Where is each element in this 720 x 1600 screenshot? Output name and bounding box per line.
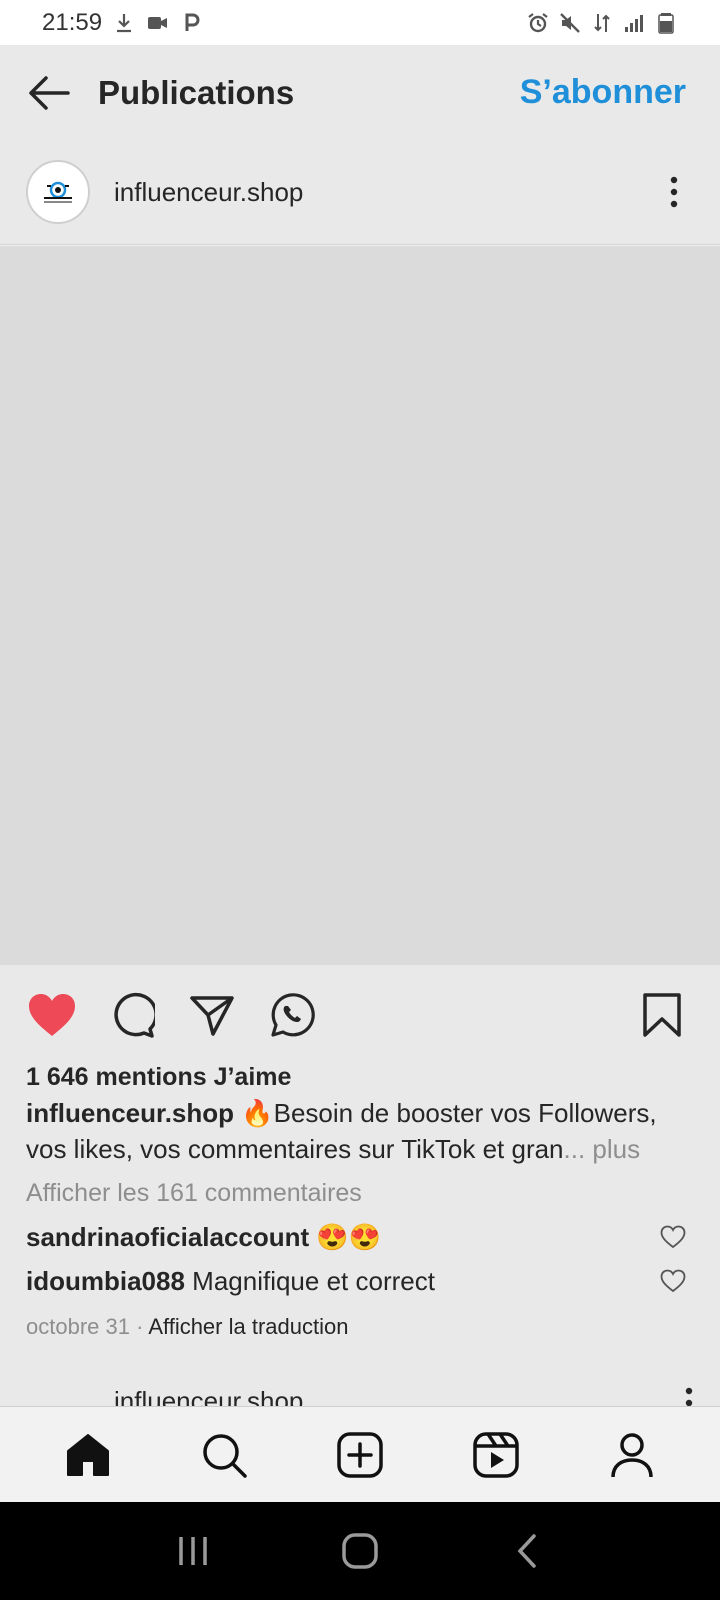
comment-body: 😍😍 — [309, 1221, 382, 1252]
signal-icon — [625, 14, 643, 32]
nav-create[interactable] — [332, 1427, 388, 1483]
comment-button[interactable] — [106, 989, 158, 1041]
reels-icon — [473, 1431, 519, 1478]
back-system-button[interactable] — [505, 1529, 549, 1573]
bottom-nav — [0, 1406, 720, 1502]
post-options-button[interactable] — [654, 172, 694, 212]
nav-search[interactable] — [196, 1427, 252, 1483]
view-all-comments-link[interactable]: Afficher les 161 commentaires — [26, 1175, 694, 1211]
heart-filled-icon — [29, 994, 75, 1036]
send-icon — [190, 996, 234, 1036]
profile-logo-icon — [44, 181, 72, 203]
comment-icon — [114, 992, 155, 1038]
mute-icon — [560, 12, 580, 33]
comment-username[interactable]: sandrinaoficialaccount — [26, 1222, 309, 1252]
avatar[interactable] — [26, 160, 90, 224]
arrow-left-icon — [29, 75, 70, 110]
post-details: 1 646 mentions J’aime influenceur.shop 🔥… — [0, 1055, 720, 1405]
bookmark-icon — [643, 993, 681, 1037]
comment-row: idoumbia088 Magnifique et correct — [26, 1263, 694, 1299]
likes-count[interactable]: 1 646 mentions J’aime — [26, 1055, 694, 1095]
p-icon — [185, 13, 200, 31]
comment-like-icon[interactable] — [660, 1224, 686, 1250]
comment-row: sandrinaoficialaccount 😍😍 — [26, 1219, 694, 1255]
nav-profile[interactable] — [604, 1427, 660, 1483]
post-actions — [0, 965, 720, 1065]
recents-button[interactable] — [171, 1529, 215, 1573]
caption-more-link[interactable]: ... plus — [564, 1134, 641, 1164]
post-date: octobre 31 — [26, 1314, 130, 1339]
status-time: 21:59 — [42, 8, 103, 36]
comment-like-icon[interactable] — [660, 1268, 686, 1294]
comment-text: idoumbia088 Magnifique et correct — [26, 1266, 660, 1297]
alarm-icon — [528, 12, 548, 32]
download-icon — [117, 13, 132, 32]
next-post-username[interactable]: influenceur.shop — [114, 1386, 303, 1408]
plus-square-icon — [337, 1431, 383, 1478]
post-media[interactable] — [0, 246, 720, 965]
home-icon — [67, 1433, 109, 1476]
chevron-left-icon — [517, 1534, 536, 1568]
data-icon — [594, 13, 610, 32]
recents-icon — [179, 1537, 208, 1565]
subscribe-button[interactable]: S’abonner — [520, 73, 694, 112]
more-vertical-icon[interactable] — [684, 1386, 694, 1408]
post-header: influenceur.shop — [0, 140, 720, 245]
more-vertical-icon — [670, 176, 678, 208]
home-button[interactable] — [338, 1529, 382, 1573]
status-bar: 21:59 — [0, 0, 720, 45]
nav-reels[interactable] — [468, 1427, 524, 1483]
profile-icon — [611, 1432, 653, 1477]
post-caption: influenceur.shop 🔥Besoin de booster vos … — [26, 1095, 694, 1167]
post-username[interactable]: influenceur.shop — [114, 177, 303, 208]
comment-body: Magnifique et correct — [184, 1265, 435, 1296]
caption-username[interactable]: influenceur.shop — [26, 1098, 234, 1128]
share-button[interactable] — [186, 989, 238, 1041]
comment-text: sandrinaoficialaccount 😍😍 — [26, 1222, 660, 1253]
whatsapp-icon — [271, 993, 315, 1037]
system-nav-bar — [0, 1502, 720, 1600]
like-button[interactable] — [26, 989, 78, 1041]
next-post-header: influenceur.shop — [0, 1360, 720, 1408]
meta-separator: · — [129, 1314, 149, 1339]
translate-link[interactable]: Afficher la traduction — [148, 1314, 348, 1339]
nav-home[interactable] — [60, 1427, 116, 1483]
post-meta: octobre 31 · Afficher la traduction — [26, 1311, 694, 1343]
back-button[interactable] — [26, 70, 72, 116]
comment-username[interactable]: idoumbia088 — [26, 1266, 185, 1296]
video-icon — [148, 16, 168, 29]
search-icon — [203, 1433, 247, 1478]
home-circle-icon — [342, 1533, 378, 1569]
battery-icon — [658, 12, 674, 34]
save-button[interactable] — [636, 989, 688, 1041]
top-bar: Publications S’abonner — [0, 45, 720, 140]
page-title: Publications — [98, 73, 295, 111]
whatsapp-share-button[interactable] — [266, 989, 318, 1041]
